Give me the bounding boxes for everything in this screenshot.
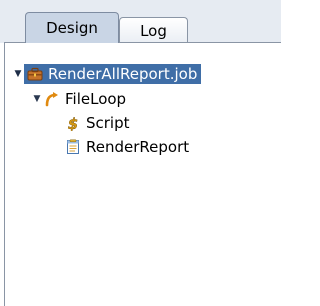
tree-node-renderreport-label: RenderReport [86,138,190,156]
expand-toggle-icon[interactable]: ▼ [31,94,43,104]
expand-toggle-icon[interactable]: ▼ [12,69,24,79]
report-document-icon [64,138,82,156]
tree-node-fileloop-label: FileLoop [65,90,127,108]
tree-node-script-label: Script [86,114,130,132]
tree-node-root-label: RenderAllReport.job [48,65,198,83]
tree-node-script[interactable]: $ Script [64,113,130,133]
svg-text:$: $ [68,115,78,131]
tab-design[interactable]: Design [25,12,119,43]
script-dollar-icon: $ [64,114,82,132]
tree-node-root-selection[interactable]: RenderAllReport.job [24,64,202,84]
tree-node-renderreport[interactable]: RenderReport [64,137,189,157]
tree-node-fileloop[interactable]: ▼ FileLoop [31,89,127,109]
loop-arrow-icon [43,90,61,108]
tab-log[interactable]: Log [119,17,188,43]
job-briefcase-icon [26,65,44,83]
tree-node-root[interactable]: ▼ RenderAllReport.job [12,64,275,84]
tab-strip: Design Log [0,0,281,43]
